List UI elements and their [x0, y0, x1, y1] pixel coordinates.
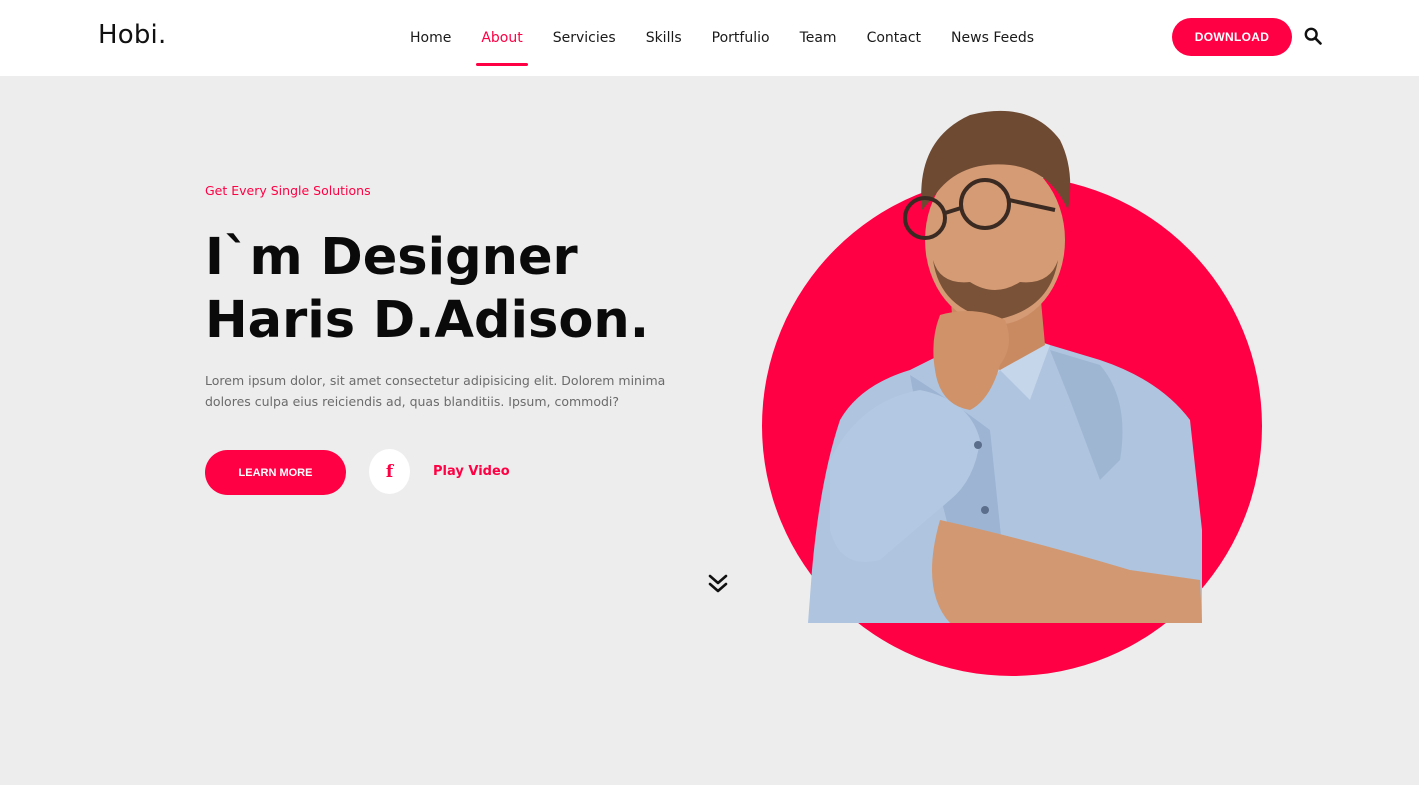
nav-item-portfulio[interactable]: Portfulio [697, 0, 785, 76]
double-chevron-down-icon[interactable] [707, 572, 729, 596]
download-button[interactable]: DOWNLOAD [1172, 18, 1292, 56]
nav-item-home[interactable]: Home [395, 0, 466, 76]
designer-portrait [808, 110, 1202, 623]
learn-more-button[interactable]: LEARN MORE [205, 450, 346, 495]
facebook-button[interactable]: f [369, 449, 410, 494]
hero-description: Lorem ipsum dolor, sit amet consectetur … [205, 373, 666, 409]
hero-tagline: Get Every Single Solutions [205, 183, 371, 198]
nav-item-skills[interactable]: Skills [631, 0, 697, 76]
facebook-icon: f [385, 461, 394, 482]
nav-item-servicies[interactable]: Servicies [538, 0, 631, 76]
site-header: Hobi. Home About Servicies Skills Portfu… [0, 0, 1419, 76]
play-video-link[interactable]: Play Video [433, 464, 510, 479]
nav-item-team[interactable]: Team [785, 0, 852, 76]
nav-item-about[interactable]: About [466, 0, 537, 76]
nav-item-contact[interactable]: Contact [852, 0, 936, 76]
hero-title: I`m Designer Haris D.Adison. [205, 226, 649, 352]
hero-title-line-2: Haris D.Adison. [205, 291, 650, 350]
hero-title-line-1: I`m Designer [205, 228, 578, 287]
logo[interactable]: Hobi. [98, 20, 166, 50]
nav-item-news-feeds[interactable]: News Feeds [936, 0, 1049, 76]
main-nav: Home About Servicies Skills Portfulio Te… [395, 0, 1049, 76]
search-icon[interactable] [1304, 27, 1322, 45]
